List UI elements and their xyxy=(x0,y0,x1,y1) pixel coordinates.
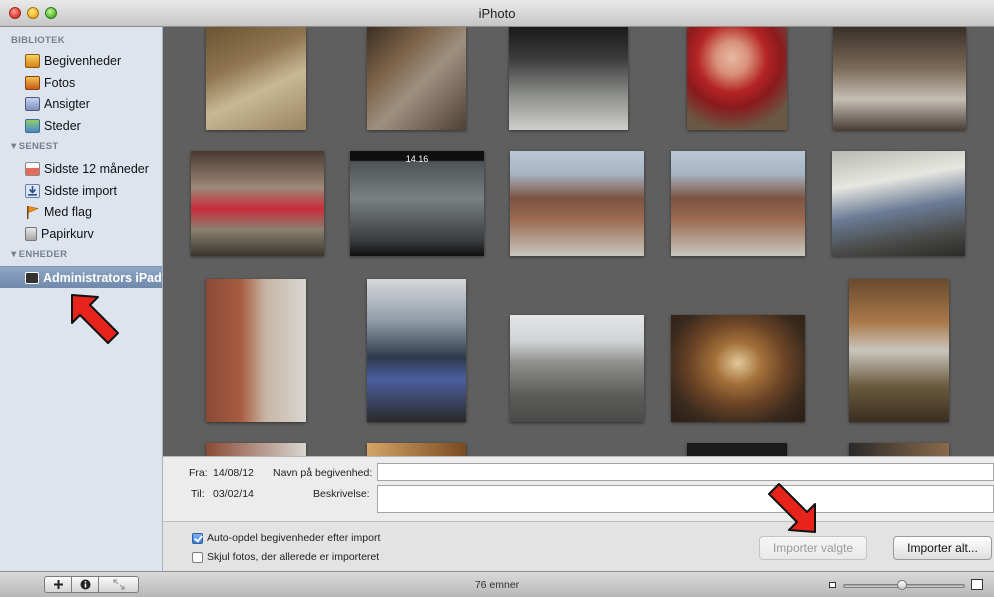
sidebar-item-flagged[interactable]: Med flag xyxy=(0,201,162,222)
window-title: iPhoto xyxy=(478,6,516,21)
events-icon xyxy=(25,53,40,68)
to-label: Til: xyxy=(191,488,205,500)
sidebar-section-label: SENEST xyxy=(18,141,59,152)
title-bar: iPhoto xyxy=(0,0,994,27)
photo-thumbnail[interactable] xyxy=(367,443,466,456)
from-date: 14/08/12 xyxy=(213,467,254,479)
sidebar-item-label: Papirkurv xyxy=(41,226,94,241)
sidebar-section-devices[interactable]: ▼ENHEDER xyxy=(9,249,67,260)
sidebar-item-label: Begivenheder xyxy=(44,53,122,68)
photos-icon xyxy=(25,75,40,90)
photo-thumbnail[interactable] xyxy=(671,315,805,422)
photo-thumbnail[interactable] xyxy=(510,151,644,256)
annotation-arrow-icon xyxy=(768,483,816,533)
sidebar-item-last-12-months[interactable]: Sidste 12 måneder xyxy=(0,158,162,179)
annotation-arrow-icon xyxy=(71,294,119,344)
sidebar-item-faces[interactable]: Ansigter xyxy=(0,93,162,114)
photo-clock-text: 14.16 xyxy=(405,154,429,164)
photo-thumbnail[interactable] xyxy=(687,27,787,130)
ipad-icon xyxy=(25,271,39,284)
event-name-field[interactable] xyxy=(377,463,994,481)
import-selected-button[interactable]: Importer valgte xyxy=(759,536,867,560)
photo-thumbnail[interactable] xyxy=(832,151,965,256)
status-bar: 76 emner xyxy=(0,571,994,597)
sidebar-item-label: Fotos xyxy=(44,75,76,90)
sidebar-section-recent[interactable]: ▼SENEST xyxy=(9,141,59,152)
description-field[interactable] xyxy=(377,485,994,513)
photo-thumbnail[interactable] xyxy=(206,279,306,422)
photo-grid[interactable]: 14.16 xyxy=(163,27,994,456)
flag-icon xyxy=(25,205,40,219)
photo-thumbnail[interactable]: 14.16 xyxy=(350,151,484,256)
import-all-button[interactable]: Importer alt... xyxy=(893,536,992,560)
photo-thumbnail[interactable] xyxy=(206,443,306,456)
hide-imported-label: Skjul fotos, der allerede er importeret xyxy=(207,551,380,563)
photo-thumbnail[interactable] xyxy=(849,443,949,456)
photo-thumbnail[interactable] xyxy=(367,27,466,130)
photo-thumbnail[interactable] xyxy=(509,27,628,130)
photo-thumbnail[interactable] xyxy=(510,315,644,422)
photo-thumbnail[interactable] xyxy=(206,27,306,130)
auto-split-checkbox[interactable] xyxy=(192,533,203,544)
sidebar-item-administrators-ipad[interactable]: Administrators iPad xyxy=(0,266,162,288)
zoom-small-icon xyxy=(829,582,836,588)
description-label: Beskrivelse: xyxy=(313,488,370,500)
disclosure-triangle-icon: ▼ xyxy=(9,141,19,152)
calendar-icon xyxy=(25,161,40,176)
photo-thumbnail[interactable] xyxy=(671,151,805,256)
sidebar-item-last-import[interactable]: Sidste import xyxy=(0,180,162,201)
sidebar-item-trash[interactable]: Papirkurv xyxy=(0,223,162,244)
sidebar-item-label: Ansigter xyxy=(44,96,90,111)
sidebar-item-photos[interactable]: Fotos xyxy=(0,72,162,93)
photo-thumbnail[interactable] xyxy=(849,279,949,422)
event-name-label: Navn på begivenhed: xyxy=(273,467,373,479)
sidebar-item-label: Med flag xyxy=(44,204,92,219)
photo-thumbnail[interactable] xyxy=(191,151,324,256)
import-bar: Auto-opdel begivenheder efter import Skj… xyxy=(163,483,994,571)
import-icon xyxy=(25,183,40,198)
sidebar-item-label: Steder xyxy=(44,118,81,133)
sidebar-item-label: Administrators iPad xyxy=(43,270,162,285)
to-date: 03/02/14 xyxy=(213,488,254,500)
hide-imported-checkbox[interactable] xyxy=(192,552,203,563)
zoom-slider-knob[interactable] xyxy=(896,580,907,590)
sidebar-section-library: BIBLIOTEK xyxy=(11,35,65,46)
sidebar: BIBLIOTEK Begivenheder Fotos Ansigter St… xyxy=(0,27,163,571)
sidebar-item-places[interactable]: Steder xyxy=(0,115,162,136)
sidebar-item-events[interactable]: Begivenheder xyxy=(0,50,162,71)
auto-split-label: Auto-opdel begivenheder efter import xyxy=(207,532,381,544)
photo-thumbnail[interactable] xyxy=(687,443,787,456)
disclosure-triangle-icon: ▼ xyxy=(9,249,19,260)
photo-thumbnail[interactable] xyxy=(367,279,466,422)
zoom-large-icon xyxy=(971,579,983,590)
sidebar-item-label: Sidste import xyxy=(44,183,117,198)
event-info-panel: Fra: 14/08/12 Til: 03/02/14 Navn på begi… xyxy=(163,456,994,521)
sidebar-item-label: Sidste 12 måneder xyxy=(44,161,149,176)
places-icon xyxy=(25,118,40,133)
from-label: Fra: xyxy=(189,467,208,479)
sidebar-section-label: ENHEDER xyxy=(18,249,68,260)
faces-icon xyxy=(25,96,40,111)
photo-thumbnail[interactable] xyxy=(833,27,966,130)
trash-icon xyxy=(25,226,37,241)
iphoto-window: iPhoto BIBLIOTEK Begivenheder Fotos Ansi… xyxy=(0,0,994,597)
